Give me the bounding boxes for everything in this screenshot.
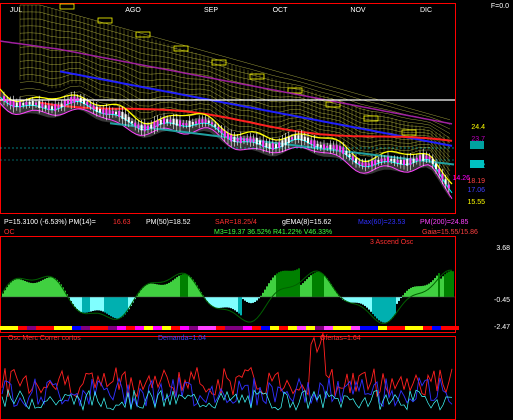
color-strip [0, 326, 459, 330]
oscillator-label-bottom: -2.47 [494, 324, 510, 331]
staircase-block [135, 31, 151, 38]
stock-chart-window: JULAGOSEPOCTNOVDICF=0.024.423.719.218.19… [0, 0, 513, 420]
info-price: P=15.3100 (-6.53%) PM(14)= [4, 219, 96, 226]
month-label-dic: DIC [420, 7, 432, 14]
price-axis-label-3: 18.19 [467, 178, 485, 185]
info-gema: gEMA(8)=15.62 [282, 219, 331, 226]
price-axis-label-0: 24.4 [471, 124, 485, 131]
info-pm50: PM(50)=18.52 [146, 219, 191, 226]
month-label-jul: JUL [10, 7, 23, 14]
bottom-panel-title: Osc Merc Correr cortos [8, 335, 81, 342]
price-highlight-box [470, 141, 484, 149]
channel-grid [19, 3, 451, 181]
price-axis-label-5: 15.55 [467, 199, 485, 206]
info-sar: SAR=18.25/4 [215, 219, 257, 226]
month-label-ago: AGO [125, 7, 141, 14]
chart-canvas: JULAGOSEPOCTNOVDICF=0.024.423.719.218.19… [0, 3, 510, 420]
corner-label: F=0.0 [491, 3, 509, 10]
oscillator-bars [2, 268, 454, 323]
month-label-oct: OCT [273, 7, 289, 14]
info-pm200: PM(200)=24.85 [420, 219, 469, 226]
info-oc: OC [4, 229, 15, 236]
oscillator-label-top: 3.68 [496, 245, 510, 252]
price-axis-label-6: 14.26 [452, 175, 470, 182]
price-highlight-box-2 [470, 160, 484, 168]
info-gaia: Gaia=15.55/15.86 [422, 229, 478, 236]
bottom-demanda: Demanda=1.04 [158, 335, 206, 342]
info-pm14: 16.63 [113, 219, 131, 226]
month-label-nov: NOV [350, 7, 366, 14]
oscillator-title: 3 Ascend Osc [370, 239, 414, 246]
ofertas-line [1, 332, 453, 398]
price-axis-label-4: 17.06 [467, 187, 485, 194]
info-max60: Max(60)=23.53 [358, 219, 405, 226]
staircase-block [59, 3, 75, 10]
bottom-ofertas: Ofertas=1.64 [320, 335, 361, 342]
month-label-sep: SEP [204, 7, 218, 14]
oscillator-label-mid: -0.45 [494, 297, 510, 304]
info-m3: M3=19.37 36.52% R41.22% V46.33% [214, 229, 332, 236]
